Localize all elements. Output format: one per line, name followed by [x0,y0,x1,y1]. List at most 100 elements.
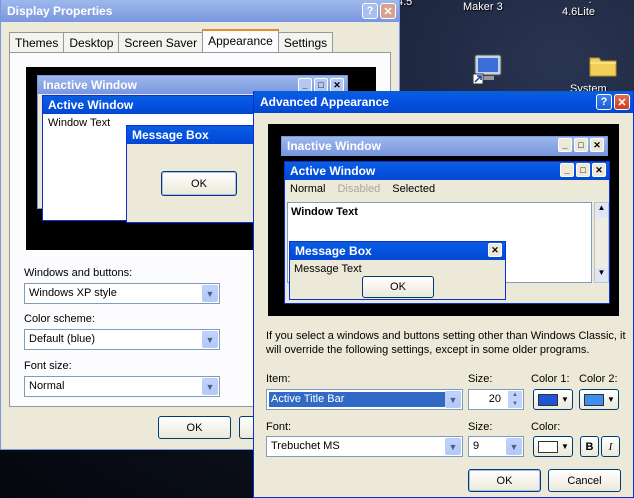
item-select[interactable]: Active Title Bar ▼ [266,389,463,410]
close-icon: ✕ [590,138,604,152]
close-icon: ✕ [592,163,606,177]
cancel-button[interactable]: Cancel [548,469,621,492]
scroll-up-icon[interactable]: ▲ [595,203,608,217]
adv-message-box-controls: ✕ [488,243,502,257]
size-label: Size: [468,373,493,385]
color-scheme-value: Default (blue) [29,333,96,345]
scroll-down-icon[interactable]: ▼ [595,268,608,282]
color1-label: Color 1: [531,373,570,385]
adv-preview-message-box[interactable]: Message Box ✕ Message Text OK [289,241,506,300]
chevron-down-icon[interactable]: ▼ [445,438,461,455]
item-label: Item: [266,373,291,385]
minimize-icon: _ [560,163,574,177]
menu-selected[interactable]: Selected [392,183,435,195]
font-size-select[interactable]: 9 ▼ [468,436,524,457]
adv-inactive-controls: _ □ ✕ [558,138,604,152]
tab-appearance[interactable]: Appearance [202,29,279,52]
menu-normal[interactable]: Normal [290,183,325,195]
adv-preview-menubar: Normal Disabled Selected [285,180,609,198]
advanced-appearance-window: Advanced Appearance ? ✕ Inactive Window … [253,91,634,498]
close-icon: ✕ [383,5,393,18]
adv-preview-inactive-titlebar[interactable]: Inactive Window _ □ ✕ [282,137,607,155]
font-size-label: Font size: [24,360,72,372]
italic-button[interactable]: I [601,436,620,457]
preview-message-box-titlebar: Message Box [127,126,265,144]
adv-preview-active-titlebar[interactable]: Active Window _ □ ✕ [285,162,609,180]
color-scheme-label: Color scheme: [24,313,95,325]
spinner-buttons: ▲ ▼ [508,391,522,408]
font-size-value: Normal [29,380,65,392]
color2-swatch [584,393,604,406]
close-icon: ✕ [330,78,344,92]
adv-preview-ok-button[interactable]: OK [362,276,434,298]
minimize-icon: _ [558,138,572,152]
adv-preview-active-title: Active Window [290,164,376,178]
tab-strip: Themes Desktop Screen Saver Appearance S… [9,29,334,52]
close-button[interactable]: ✕ [380,3,396,19]
color1-picker[interactable]: ▼ [533,389,573,410]
color1-swatch [538,393,558,406]
font-color-swatch [538,440,558,453]
windows-buttons-label: Windows and buttons: [24,267,133,279]
ok-button[interactable]: OK [158,416,231,439]
menu-disabled[interactable]: Disabled [337,183,380,195]
help-button[interactable]: ? [362,3,378,19]
size-spinner[interactable]: 20 ▲ ▼ [468,389,524,410]
minimize-icon: _ [298,78,312,92]
adv-preview-window-text: Window Text [291,206,358,218]
chevron-down-icon[interactable]: ▼ [202,285,218,302]
font-select[interactable]: Trebuchet MS ▼ [266,436,463,457]
chevron-down-icon[interactable]: ▼ [445,391,461,408]
windows-buttons-select[interactable]: Windows XP style ▼ [24,283,220,304]
font-label: Font: [266,421,292,433]
color-scheme-select[interactable]: Default (blue) ▼ [24,329,220,350]
chevron-down-icon[interactable]: ▼ [202,378,218,395]
folder-icon[interactable] [588,52,618,78]
color2-picker[interactable]: ▼ [579,389,619,410]
preview-active-title: Active Window [48,98,134,112]
font-value: Trebuchet MS [271,440,340,452]
display-properties-title: Display Properties [7,4,113,18]
chevron-down-icon[interactable]: ▼ [506,438,522,455]
adv-preview-message-box-titlebar[interactable]: Message Box ✕ [290,242,505,260]
bold-button[interactable]: B [580,436,599,457]
size-value: 20 [488,393,501,405]
tab-settings[interactable]: Settings [277,32,334,52]
computer-icon[interactable] [472,52,506,86]
help-icon: ? [600,96,608,108]
advanced-appearance-title: Advanced Appearance [260,95,389,109]
font-size-label: Size: [468,421,493,433]
adv-active-controls: _ □ ✕ [560,163,606,177]
adv-preview-scrollbar[interactable]: ▲ ▼ [594,202,609,283]
preview-message-box: Message Box OK [126,125,266,223]
item-value: Active Title Bar [269,392,445,407]
close-icon: ✕ [488,243,502,257]
maximize-icon: □ [574,138,588,152]
preview-message-box-title: Message Box [132,128,209,142]
help-button[interactable]: ? [596,94,612,110]
adv-preview-message-box-title: Message Box [295,244,372,258]
close-icon: ✕ [617,96,627,109]
spin-down-icon[interactable]: ▼ [508,399,522,408]
ok-button[interactable]: OK [468,469,541,492]
preview-ok-button: OK [161,171,237,196]
preview-inactive-title: Inactive Window [43,78,137,92]
info-text: If you select a windows and buttons sett… [266,330,626,356]
maximize-icon: □ [576,163,590,177]
adv-preview-inactive-window[interactable]: Inactive Window _ □ ✕ [281,136,608,156]
advanced-appearance-titlebar[interactable]: Advanced Appearance ? ✕ [254,91,633,113]
close-button[interactable]: ✕ [614,94,630,110]
help-icon: ? [366,5,374,17]
tab-themes[interactable]: Themes [9,32,65,52]
chevron-down-icon: ▼ [561,442,569,451]
spin-up-icon[interactable]: ▲ [508,391,522,400]
font-size-select[interactable]: Normal ▼ [24,376,220,397]
tab-desktop[interactable]: Desktop [63,32,120,52]
advanced-preview: Inactive Window _ □ ✕ Active Window _ □ … [268,124,619,316]
display-properties-titlebar[interactable]: Display Properties ? ✕ [1,0,399,22]
font-color-picker[interactable]: ▼ [533,436,573,457]
tab-screen-saver[interactable]: Screen Saver [118,32,204,52]
chevron-down-icon: ▼ [607,395,615,404]
chevron-down-icon[interactable]: ▼ [202,331,218,348]
font-size-value: 9 [473,440,480,452]
